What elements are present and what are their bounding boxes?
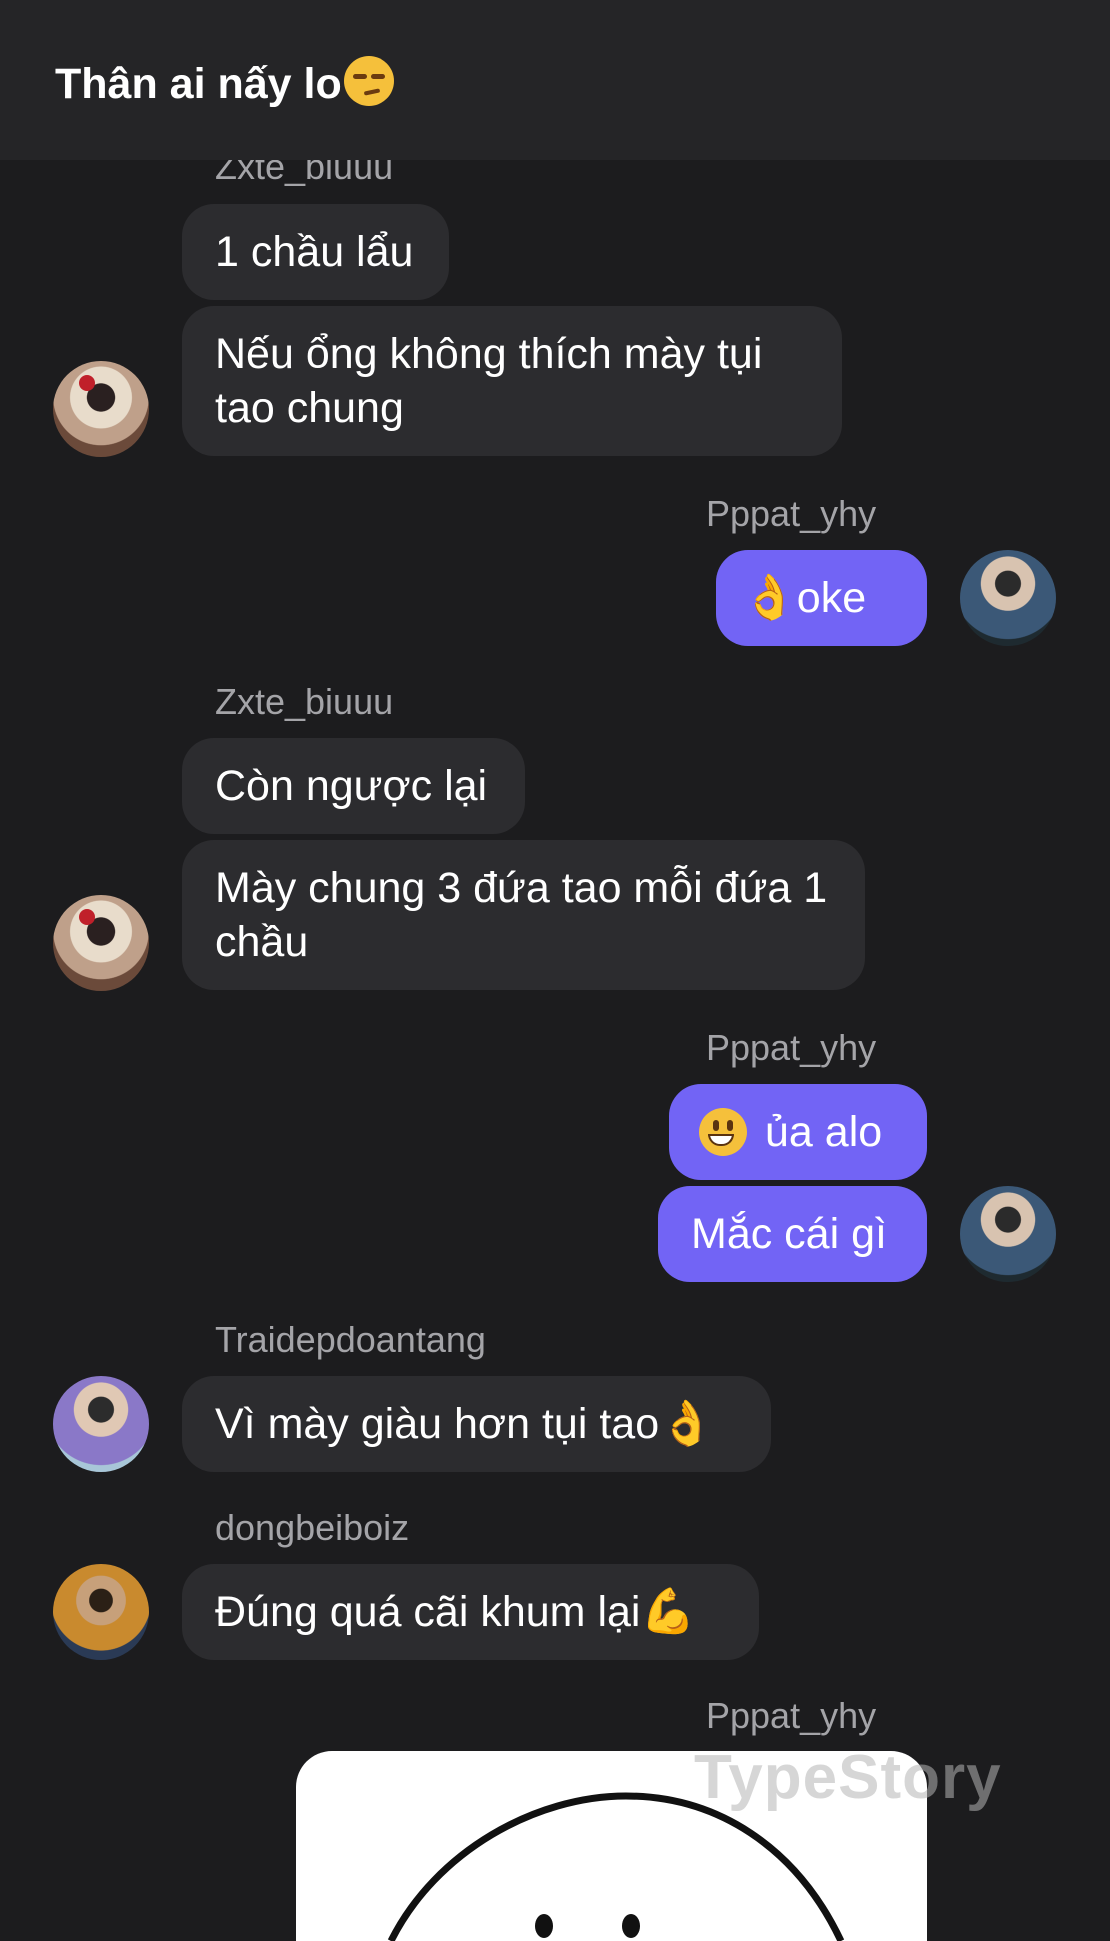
avatar[interactable] — [53, 361, 149, 457]
sender-name: Zxte_biuuu — [215, 681, 394, 722]
avatar[interactable] — [960, 550, 1056, 646]
message-text: ủa alo — [765, 1108, 883, 1156]
unamused-face-icon — [343, 56, 394, 106]
message-text: Nếu ổng không thích mày tụi tao chung — [215, 330, 763, 432]
message-text: Còn ngược lại — [215, 762, 488, 810]
message-bubble[interactable]: ủa alo — [669, 1084, 927, 1180]
avatar[interactable] — [960, 1186, 1056, 1282]
chat-header: Thân ai nấy lo — [0, 0, 1110, 160]
message-bubble[interactable]: 👌 oke — [716, 550, 927, 646]
ok-hand-icon: 👌 — [742, 573, 797, 622]
avatar[interactable] — [53, 1376, 149, 1472]
message-bubble[interactable]: Mày chung 3 đứa tao mỗi đứa 1 chầu — [182, 840, 865, 990]
sender-name: Pppat_yhy — [706, 493, 877, 534]
grinning-face-icon — [699, 1108, 747, 1156]
sender-name: Traidepdoantang — [215, 1319, 486, 1360]
sender-name: Pppat_yhy — [706, 1027, 877, 1068]
message-text: Vì mày giàu hơn tụi tao — [215, 1400, 660, 1448]
flexed-biceps-icon: 💪 — [640, 1587, 696, 1636]
message-bubble[interactable]: 1 chầu lẩu — [182, 204, 449, 300]
message-bubble[interactable]: Đúng quá cãi khum lại 💪 — [182, 1564, 759, 1660]
message-bubble[interactable]: Vì mày giàu hơn tụi tao 👌 — [182, 1376, 771, 1472]
chat-title[interactable]: Thân ai nấy lo — [55, 56, 394, 109]
message-bubble[interactable]: Còn ngược lại — [182, 738, 525, 834]
ok-hand-icon: 👌 — [659, 1399, 714, 1448]
sender-name: Pppat_yhy — [706, 1695, 877, 1736]
watermark: TypeStory — [694, 1743, 1002, 1812]
avatar[interactable] — [53, 895, 149, 991]
message-text: Đúng quá cãi khum lại — [215, 1588, 641, 1636]
message-text: 1 chầu lẩu — [215, 228, 414, 276]
message-bubble[interactable]: Nếu ổng không thích mày tụi tao chung — [182, 306, 842, 456]
chat-title-text: Thân ai nấy lo — [55, 60, 342, 108]
message-text: oke — [796, 574, 867, 622]
sender-name: dongbeiboiz — [215, 1507, 410, 1548]
message-bubble[interactable]: Mắc cái gì — [658, 1186, 927, 1282]
message-text: Mày chung 3 đứa tao mỗi đứa 1 chầu — [215, 864, 828, 966]
avatar[interactable] — [53, 1564, 149, 1660]
message-text: Mắc cái gì — [691, 1210, 887, 1258]
